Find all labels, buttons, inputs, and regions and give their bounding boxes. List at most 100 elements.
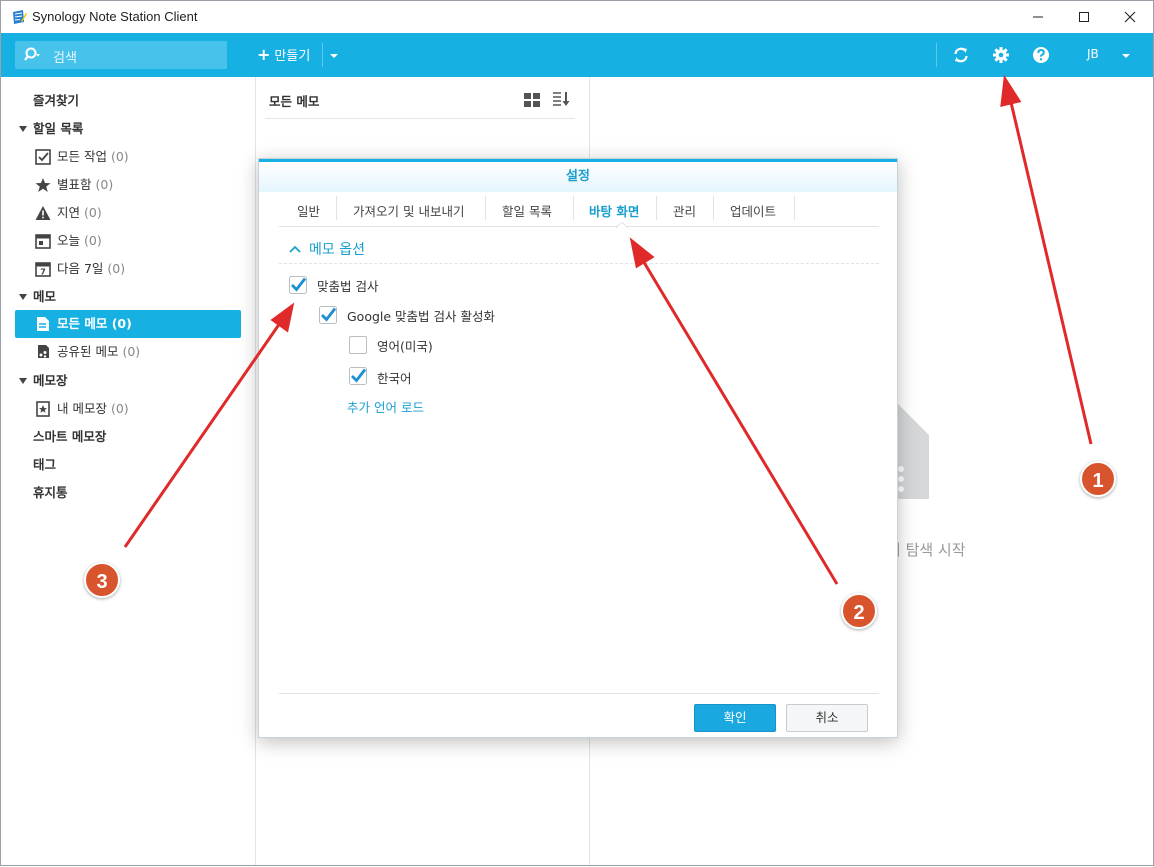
sidebar-item-shared-notes[interactable]: 공유된 메모 (0) xyxy=(15,338,241,366)
tab-desktop[interactable]: 바탕 화면 xyxy=(589,201,639,227)
google-spellcheck-checkbox[interactable] xyxy=(319,306,337,324)
nav-label: 모든 메모 xyxy=(57,316,108,331)
google-spellcheck-label: Google 맞춤법 검사 활성화 xyxy=(347,309,496,324)
sidebar-section-notebooks[interactable]: 메모장 xyxy=(15,367,241,395)
nav-count: (0) xyxy=(110,149,129,164)
notebook-icon xyxy=(36,401,50,417)
collapse-triangle-icon xyxy=(19,294,27,300)
create-button[interactable]: + 만들기 xyxy=(257,45,310,64)
close-icon xyxy=(1124,11,1136,23)
nav-label: 오늘 xyxy=(57,233,81,248)
empty-state-text: 여 탐색 시작 xyxy=(887,541,966,559)
toolbar-separator xyxy=(322,43,323,67)
nav-label: 내 메모장 xyxy=(57,401,107,416)
user-menu-button[interactable]: JB xyxy=(1087,47,1099,61)
tab-update[interactable]: 업데이트 xyxy=(730,201,776,227)
chevron-up-icon xyxy=(289,245,301,253)
tab-divider xyxy=(485,196,486,220)
sidebar-item-all-tasks[interactable]: 모든 작업 (0) xyxy=(15,143,241,171)
maximize-button[interactable] xyxy=(1061,1,1107,33)
korean-label: 한국어 xyxy=(377,371,412,386)
nav-count: (0) xyxy=(84,205,102,220)
load-more-languages-link[interactable]: 추가 언어 로드 xyxy=(347,397,424,416)
settings-dialog: 설정 일반 가져오기 및 내보내기 할일 목록 바탕 화면 관리 업데이트 메모… xyxy=(258,158,898,738)
footer-divider xyxy=(279,693,879,694)
tab-divider xyxy=(713,196,714,220)
toolbar: 검색 + 만들기 JB xyxy=(1,33,1153,77)
nav-count: (0) xyxy=(84,233,102,248)
window-title: Synology Note Station Client xyxy=(32,9,198,24)
close-button[interactable] xyxy=(1107,1,1153,33)
toolbar-separator xyxy=(936,43,937,67)
section-label: 메모 옵션 xyxy=(309,242,365,258)
sidebar-item-next-7-days[interactable]: 7 다음 7일 (0) xyxy=(15,255,241,283)
english-label: 영어(미국) xyxy=(377,339,433,354)
section-header-note-options[interactable]: 메모 옵션 xyxy=(289,239,365,259)
warning-icon xyxy=(35,206,51,220)
nav-count: (0) xyxy=(107,261,126,276)
nav-count: (0) xyxy=(111,316,132,331)
calendar-icon xyxy=(35,234,51,249)
spellcheck-label: 맞춤법 검사 xyxy=(317,279,379,294)
nav-count: (0) xyxy=(122,344,141,359)
minimize-button[interactable] xyxy=(1015,1,1061,33)
tab-divider xyxy=(336,196,337,220)
note-icon xyxy=(37,317,49,331)
sidebar: 즐겨찾기 할일 목록 모든 작업 (0) 별표함 (0) 지연 (0) 오늘 (… xyxy=(1,77,256,865)
create-label: 만들기 xyxy=(274,49,311,64)
search-icon xyxy=(24,47,40,61)
ok-button[interactable]: 확인 xyxy=(694,704,776,732)
star-icon xyxy=(35,178,51,192)
sidebar-item-tags[interactable]: 태그 xyxy=(15,451,241,479)
tab-todo[interactable]: 할일 목록 xyxy=(502,201,552,227)
plus-icon: + xyxy=(257,45,271,64)
shared-note-icon xyxy=(38,345,49,358)
tab-divider xyxy=(573,196,574,220)
nav-label: 지연 xyxy=(57,205,81,220)
search-box[interactable]: 검색 xyxy=(15,41,227,69)
tab-general[interactable]: 일반 xyxy=(297,201,320,227)
create-dropdown-icon[interactable] xyxy=(330,54,338,58)
sync-icon[interactable] xyxy=(951,45,971,65)
sidebar-item-favorites[interactable]: 즐겨찾기 xyxy=(15,87,241,115)
section-label: 메모장 xyxy=(33,373,68,388)
divider xyxy=(265,118,575,119)
sidebar-item-smart-notebooks[interactable]: 스마트 메모장 xyxy=(15,423,241,451)
sidebar-section-todo[interactable]: 할일 목록 xyxy=(15,115,241,143)
annotation-badge-1: 1 xyxy=(1080,461,1116,497)
nav-count: (0) xyxy=(95,177,114,192)
tab-divider xyxy=(794,196,795,220)
tab-divider xyxy=(656,196,657,220)
cancel-button[interactable]: 취소 xyxy=(786,704,868,732)
sidebar-section-notes[interactable]: 메모 xyxy=(15,283,241,311)
nav-label: 공유된 메모 xyxy=(57,344,119,359)
note-list-title: 모든 메모 xyxy=(269,94,320,109)
maximize-icon xyxy=(1079,12,1089,22)
search-placeholder: 검색 xyxy=(53,51,77,66)
nav-label: 모든 작업 xyxy=(57,149,107,164)
section-label: 메모 xyxy=(33,289,57,304)
app-window: Synology Note Station Client 검색 + 만들기 JB… xyxy=(0,0,1154,866)
sidebar-item-all-notes[interactable]: 모든 메모 (0) xyxy=(15,310,241,338)
calendar-7-icon: 7 xyxy=(35,262,51,277)
sort-icon[interactable] xyxy=(553,91,571,107)
spellcheck-checkbox[interactable] xyxy=(289,276,307,294)
sidebar-item-today[interactable]: 오늘 (0) xyxy=(15,227,241,255)
help-icon[interactable] xyxy=(1031,45,1051,65)
sidebar-item-trash[interactable]: 휴지통 xyxy=(15,479,241,507)
gear-icon[interactable] xyxy=(991,45,1011,65)
grid-view-icon[interactable] xyxy=(524,93,540,107)
sidebar-item-overdue[interactable]: 지연 (0) xyxy=(15,199,241,227)
korean-checkbox[interactable] xyxy=(349,367,367,385)
english-checkbox[interactable] xyxy=(349,336,367,354)
sidebar-item-starred[interactable]: 별표함 (0) xyxy=(15,171,241,199)
minimize-icon xyxy=(1033,16,1043,18)
active-tab-pointer xyxy=(616,222,628,228)
sidebar-item-my-notebooks[interactable]: 내 메모장 (0) xyxy=(15,395,241,423)
nav-label: 별표함 xyxy=(57,177,92,192)
tab-manage[interactable]: 관리 xyxy=(673,201,696,227)
annotation-badge-3: 3 xyxy=(84,562,120,598)
tab-import-export[interactable]: 가져오기 및 내보내기 xyxy=(353,201,464,227)
annotation-badge-2: 2 xyxy=(841,593,877,629)
user-dropdown-icon[interactable] xyxy=(1122,54,1130,58)
